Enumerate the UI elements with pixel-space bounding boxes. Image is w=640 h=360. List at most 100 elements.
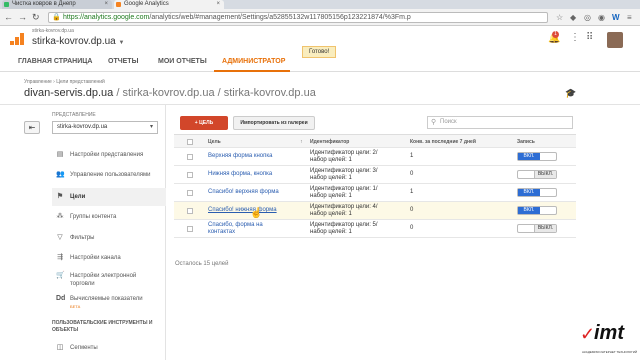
import-gallery-button[interactable]: Импортировать из галереи	[233, 116, 315, 130]
sidebar-item-label: Группы контента	[70, 214, 117, 220]
goal-id: Идентификатор цели: 2/набор целей: 1	[310, 150, 378, 164]
calculated-icon: Dd	[56, 295, 66, 302]
apps-grid-icon[interactable]: ⠿	[586, 32, 593, 43]
nav-reports[interactable]: ОТЧЕТЫ	[108, 58, 138, 65]
new-goal-button[interactable]: + ЦЕЛЬ	[180, 116, 228, 130]
goal-link-line: Спасибо, форма на	[208, 222, 263, 228]
favicon-icon	[4, 2, 9, 7]
goals-remaining-text: Осталось 15 целей	[175, 261, 229, 267]
address-bar-row: ← → ↻ 🔒 https://analytics.google.com/ana…	[0, 9, 640, 26]
select-all-checkbox[interactable]	[187, 139, 193, 145]
active-tab-underline	[214, 70, 290, 72]
wikipedia-icon[interactable]: W	[612, 13, 620, 22]
sort-arrow-icon: ↑	[300, 139, 303, 145]
column-recording-header[interactable]: Запись	[517, 139, 535, 146]
goal-id-line: Идентификатор цели: 2/	[310, 150, 378, 156]
row-checkbox[interactable]	[187, 190, 193, 196]
recording-toggle[interactable]: ВКЛ.	[517, 206, 557, 215]
goal-link[interactable]: Спасибо! верхняя форма	[208, 189, 279, 196]
conversions-value: 0	[410, 171, 414, 177]
goal-set-line: набор целей: 1	[310, 229, 352, 235]
sidebar-item-content-groups[interactable]: ⁂ Группы контента	[52, 213, 166, 221]
goal-id-line: Идентификатор цели: 1/	[310, 186, 378, 192]
sidebar-item-calculated-metrics[interactable]: Dd Вычисляемые показатели БЕТА	[52, 295, 166, 311]
table-header: Цель ↑ Идентификатор Конв. за последние …	[174, 134, 576, 148]
goal-set-line: набор целей: 1	[310, 211, 352, 217]
column-conversions-header[interactable]: Конв. за последние 7 дней	[410, 139, 476, 146]
view-selector[interactable]: stirka-kovrov.dp.ua ▾	[52, 121, 158, 134]
browser-tab-active[interactable]: Google Analytics ×	[114, 0, 224, 9]
table-row: Спасибо! верхняя форма Идентификатор цел…	[174, 184, 576, 202]
search-input[interactable]: ⚲ Поиск	[427, 116, 573, 129]
column-goal-header[interactable]: Цель ↑	[208, 139, 303, 146]
sidebar-item-label: Управление пользователями	[70, 172, 151, 178]
table-row: Нижняя форма, кнопка Идентификатор цели:…	[174, 166, 576, 184]
goal-link[interactable]: Верхняя форма кнопка	[208, 153, 272, 160]
table-row: Спасибо! нижняя форма Идентификатор цели…	[174, 202, 576, 220]
nav-home[interactable]: ГЛАВНАЯ СТРАНИЦА	[18, 58, 92, 65]
more-vertical-icon[interactable]: ⋮	[570, 32, 580, 43]
page-title: divan-servis.dp.ua / stirka-kovrov.dp.ua…	[24, 87, 316, 99]
goal-set-line: набор целей: 1	[310, 175, 352, 181]
channel-icon: ⇶	[57, 254, 63, 261]
back-arrow-icon: ⇤	[28, 123, 36, 132]
url-field[interactable]: 🔒 https://analytics.google.com/analytics…	[48, 12, 548, 23]
recording-toggle[interactable]: ВКЛ.	[517, 152, 557, 161]
recording-toggle[interactable]: ВКЛ.	[517, 188, 557, 197]
star-icon[interactable]: ☆	[556, 13, 563, 22]
url-host: https://analytics.google.com	[63, 14, 150, 21]
account-selector[interactable]: stirka-kovrov.dp.ua ▼	[32, 36, 124, 47]
users-icon: 👥	[56, 171, 65, 178]
extension-icon[interactable]: ◆	[570, 13, 576, 22]
sidebar-item-channel-settings[interactable]: ⇶ Настройки канала	[52, 254, 166, 262]
red-check-icon: ✓	[580, 324, 596, 344]
close-icon[interactable]: ×	[216, 0, 220, 9]
recording-toggle[interactable]: ВЫКЛ.	[517, 224, 557, 233]
sidebar-item-ecommerce[interactable]: 🛒 Настройки электронной торговли	[52, 272, 166, 288]
row-checkbox[interactable]	[187, 154, 193, 160]
menu-icon[interactable]: ≡	[627, 13, 632, 22]
recording-toggle[interactable]: ВЫКЛ.	[517, 170, 557, 179]
hand-cursor-icon: ☝	[250, 208, 263, 219]
imt-watermark-logo: ✓ imt АКАДЕМИЯ ИНТЕРНЕТ ТЕХНОЛОГИЙ	[580, 322, 638, 356]
extension-icon[interactable]: ◉	[598, 13, 605, 22]
row-checkbox[interactable]	[187, 226, 193, 232]
goal-id-line: Идентификатор цели: 5/	[310, 222, 378, 228]
sidebar-item-view-settings[interactable]: ▤ Настройки представления	[52, 151, 166, 159]
sidebar-item-goals[interactable]: ⚑ Цели	[52, 188, 166, 206]
close-icon[interactable]: ×	[104, 0, 108, 9]
reload-icon[interactable]: ↻	[32, 12, 40, 23]
back-button[interactable]: ⇤	[24, 121, 40, 134]
extension-icon[interactable]: ◎	[584, 13, 591, 22]
graduation-cap-icon[interactable]: 🎓	[565, 88, 576, 99]
goal-link[interactable]: Спасибо, форма на контактах	[208, 222, 263, 236]
browser-tab[interactable]: Чистка ковров в Днепр ×	[2, 0, 112, 9]
goal-link[interactable]: Спасибо! нижняя форма	[208, 207, 277, 214]
nav-admin[interactable]: АДМИНИСТРАТОР	[222, 58, 285, 65]
sidebar-item-user-management[interactable]: 👥 Управление пользователями	[52, 171, 166, 179]
sidebar-item-label: Сегменты	[70, 345, 98, 351]
section-header: ПОЛЬЗОВАТЕЛЬСКИЕ ИНСТРУМЕНТЫ И ОБЪЕКТЫ	[52, 320, 153, 333]
goal-link-line: контактах	[208, 229, 236, 235]
flag-icon: ⚑	[56, 193, 64, 200]
back-arrow-icon[interactable]: ←	[4, 12, 13, 23]
forward-arrow-icon[interactable]: →	[18, 12, 27, 23]
view-label: ПРЕДСТАВЛЕНИЕ	[52, 112, 96, 118]
lock-icon: 🔒	[52, 14, 61, 21]
segments-icon: ◫	[56, 344, 64, 351]
toggle-on-label: ВКЛ.	[518, 153, 540, 160]
row-checkbox[interactable]	[187, 172, 193, 178]
sidebar-item-segments[interactable]: ◫ Сегменты	[52, 344, 166, 352]
sidebar-item-filters[interactable]: ▽ Фильтры	[52, 234, 166, 242]
goal-set-line: набор целей: 1	[310, 193, 352, 199]
search-placeholder: Поиск	[440, 119, 457, 125]
watermark-tagline: АКАДЕМИЯ ИНТЕРНЕТ ТЕХНОЛОГИЙ	[582, 350, 638, 354]
row-checkbox[interactable]	[187, 208, 193, 214]
account-name-small: stirka-kovrov.dp.ua	[32, 28, 74, 34]
goal-link[interactable]: Нижняя форма, кнопка	[208, 171, 272, 178]
document-icon: ▤	[56, 151, 64, 158]
nav-my-reports[interactable]: МОИ ОТЧЕТЫ	[158, 58, 207, 65]
avatar[interactable]	[607, 32, 623, 48]
column-id-header[interactable]: Идентификатор	[310, 139, 349, 146]
watermark-letters: imt	[594, 322, 624, 344]
